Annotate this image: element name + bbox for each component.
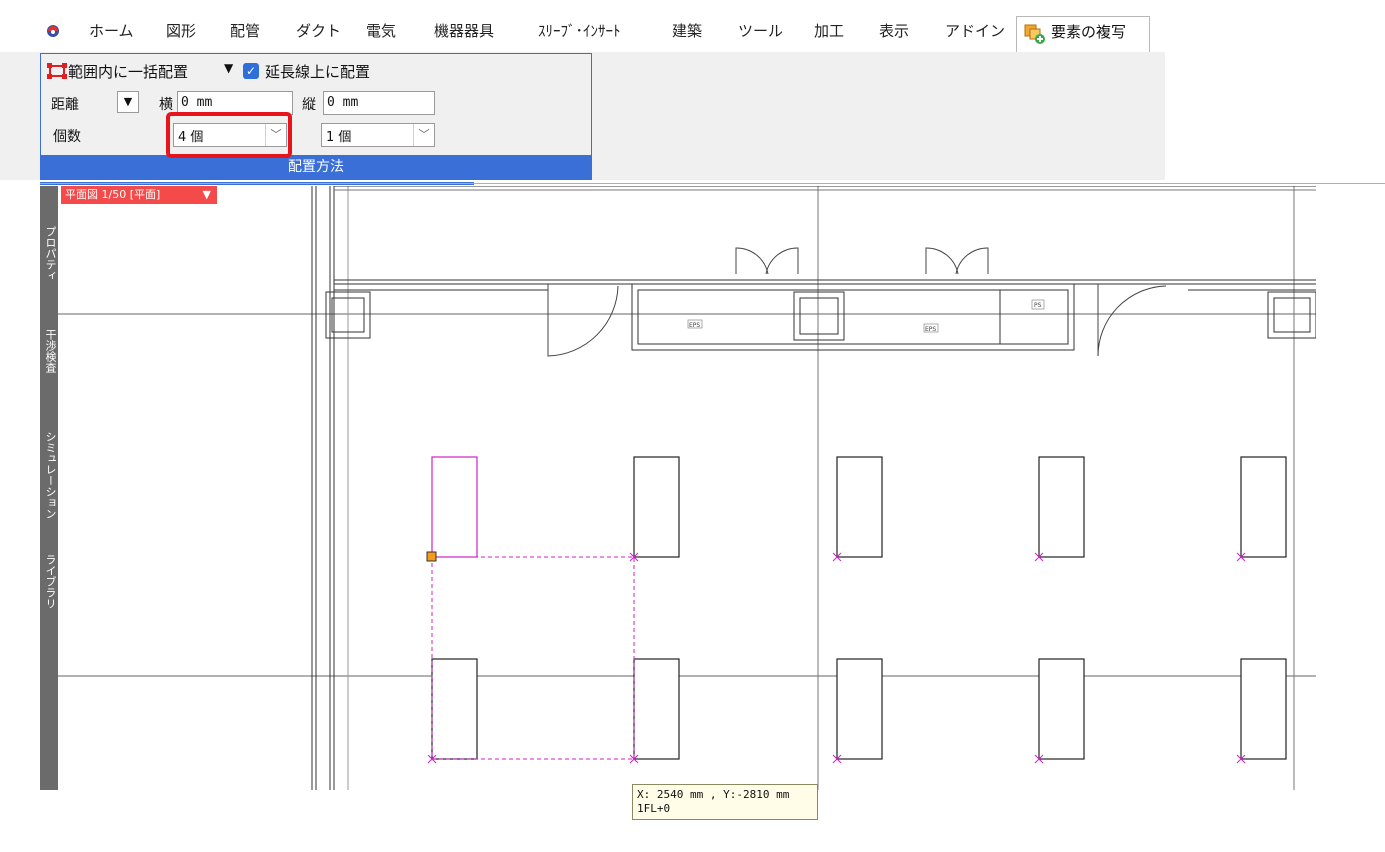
left-side-panel: プロパティ 干渉検査 シミュレーション ライブラリ <box>40 186 58 790</box>
room-label-eps: EPS <box>689 322 700 329</box>
selected-source-element <box>431 456 478 558</box>
room-label-eps: EPS <box>925 326 936 333</box>
side-tab-properties[interactable]: プロパティ <box>40 218 58 288</box>
base-point-grip <box>426 551 437 562</box>
tab-copy-elements-label: 要素の複写 <box>1051 23 1127 41</box>
tooltip-floor-level: 1FL+0 <box>637 802 671 815</box>
fixture-rect <box>633 456 680 558</box>
placement-method-group: 範囲内に一括配置 ▼ ✓ 延長線上に配置 距離 ▼ 横 0 mm 縦 0 mm … <box>40 53 592 180</box>
fixture-rect <box>836 456 883 558</box>
vertical-count-select[interactable]: 1 個 ﹀ <box>321 123 435 147</box>
tab-copy-elements[interactable]: 要素の複写 <box>1016 16 1150 52</box>
distance-dropdown[interactable]: ▼ <box>117 91 139 113</box>
room-label-ps: PS <box>1034 302 1042 309</box>
menu-view[interactable]: 表示 <box>879 20 909 41</box>
fixture-rect <box>836 658 883 760</box>
menu-addin[interactable]: アドイン <box>945 20 1005 41</box>
fixture-rect <box>1038 658 1085 760</box>
view-separator <box>40 183 1385 184</box>
side-tab-interference[interactable]: 干渉検査 <box>40 316 58 386</box>
extend-checkbox[interactable]: ✓ <box>243 63 259 79</box>
chevron-down-icon[interactable]: ﹀ <box>265 124 286 146</box>
fixture-rect <box>1038 456 1085 558</box>
horizontal-count-select[interactable]: 4 個 ﹀ <box>173 123 287 147</box>
vertical-count-value: 1 個 <box>326 130 352 145</box>
horizontal-count-value: 4 個 <box>178 130 204 145</box>
distance-label: 距離 <box>51 97 79 113</box>
coordinate-tooltip: X: 2540 mm , Y:-2810 mm 1FL+0 <box>632 784 818 820</box>
fixture-rect <box>633 658 680 760</box>
view-badge-label: 平面図 1/50 [平面] <box>65 188 161 201</box>
chevron-down-icon[interactable]: ﹀ <box>413 124 434 146</box>
app-logo-icon[interactable] <box>46 24 62 38</box>
menu-tools[interactable]: ツール <box>738 20 783 41</box>
group-caption: 配置方法 <box>41 155 591 179</box>
fixture-rect <box>1240 658 1287 760</box>
side-tab-simulation[interactable]: シミュレーション <box>40 420 58 530</box>
menu-sleeve-insert[interactable]: ｽﾘｰﾌﾞ･ｲﾝｻｰﾄ <box>538 20 621 41</box>
menu-equipment[interactable]: 機器器具 <box>434 20 494 41</box>
vertical-label: 縦 <box>302 97 316 113</box>
fixture-rect <box>1240 456 1287 558</box>
menu-duct[interactable]: ダクト <box>296 20 341 41</box>
menu-electric[interactable]: 電気 <box>366 20 396 41</box>
horizontal-label: 横 <box>159 97 173 113</box>
menu-shape[interactable]: 図形 <box>166 20 196 41</box>
cad-drawing-canvas[interactable]: EPS EPS PS <box>58 186 1316 790</box>
placement-mode-label[interactable]: 範囲内に一括配置 <box>68 61 188 82</box>
range-placement-icon <box>47 63 67 79</box>
menu-bar: ホーム 図形 配管 ダクト 電気 機器器具 ｽﾘｰﾌﾞ･ｲﾝｻｰﾄ 建築 ツール… <box>0 0 1385 52</box>
placement-mode-dropdown-icon[interactable]: ▼ <box>224 61 233 75</box>
fixture-rect <box>431 658 478 760</box>
menu-home[interactable]: ホーム <box>89 20 134 41</box>
tooltip-coordinates: X: 2540 mm , Y:-2810 mm <box>637 788 790 801</box>
view-dropdown-icon[interactable]: ▼ <box>203 186 211 204</box>
menu-process[interactable]: 加工 <box>814 20 844 41</box>
menu-piping[interactable]: 配管 <box>230 20 260 41</box>
menu-architecture[interactable]: 建築 <box>672 20 702 41</box>
extend-checkbox-label: 延長線上に配置 <box>265 63 371 81</box>
side-tab-library[interactable]: ライブラリ <box>40 546 58 616</box>
count-label: 個数 <box>53 129 81 145</box>
vertical-distance-input[interactable]: 0 mm <box>323 91 435 115</box>
copy-elements-icon <box>1024 24 1045 44</box>
horizontal-distance-input[interactable]: 0 mm <box>177 91 293 115</box>
view-badge[interactable]: 平面図 1/50 [平面] ▼ <box>61 186 217 204</box>
